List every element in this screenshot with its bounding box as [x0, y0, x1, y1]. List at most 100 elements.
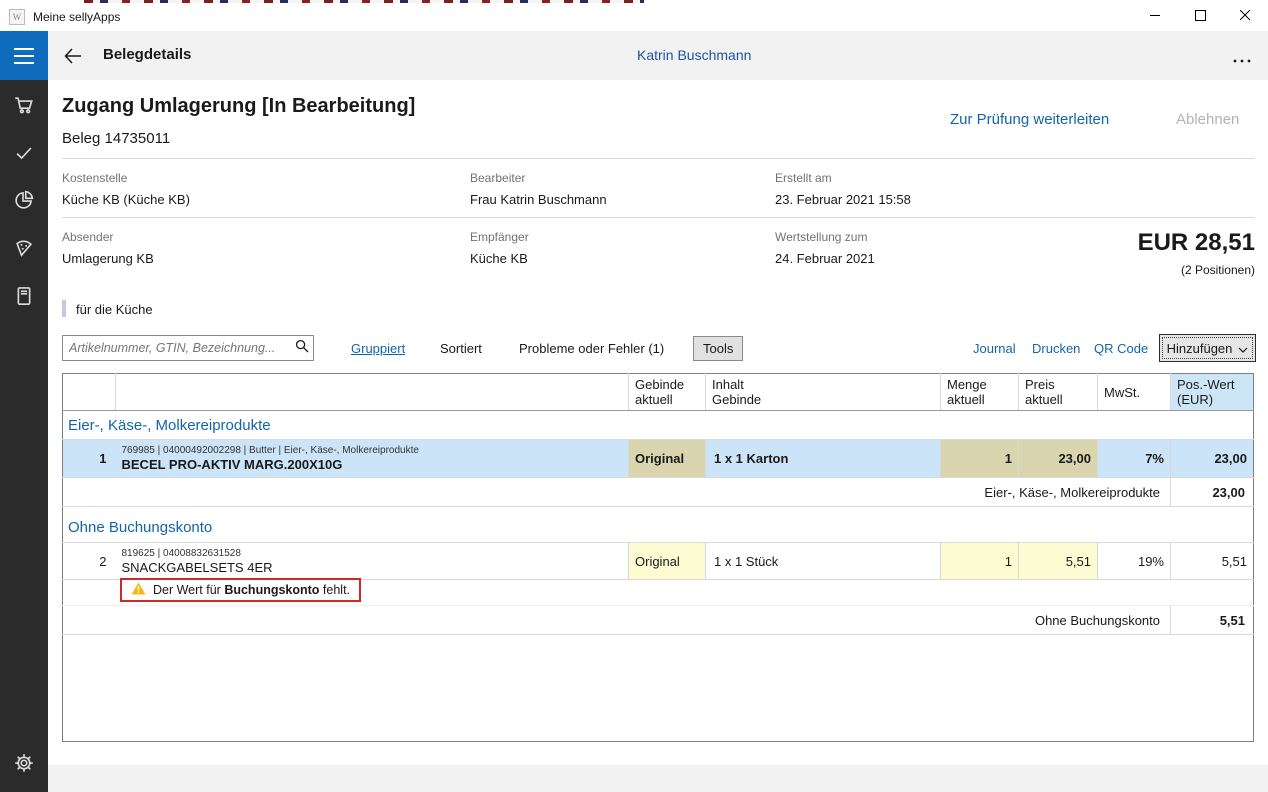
col-header-inhalt: Inhalt Gebinde — [706, 374, 941, 411]
more-ellipsis-icon — [1232, 51, 1252, 68]
poswert-cell: 23,00 — [1171, 440, 1254, 478]
article-cell: 819625 | 04008832631528 SNACKGABELSETS 4… — [116, 543, 629, 580]
group-subtotal-row: Eier-, Käse-, Molkereiprodukte 23,00 — [63, 478, 1254, 507]
field-value-empfaenger: Küche KB — [470, 251, 528, 266]
sidebar-nav — [0, 80, 48, 792]
settings-gear-icon — [14, 760, 34, 777]
article-meta: 769985 | 04000492002298 | Butter | Eier-… — [122, 445, 623, 457]
gebinde-cell[interactable]: Original — [629, 440, 706, 478]
field-value-kostenstelle: Küche KB (Küche KB) — [62, 192, 190, 207]
article-search-box — [62, 335, 314, 361]
app-title: Meine sellyApps — [33, 10, 120, 24]
group-subtotal-row: Ohne Buchungskonto 5,51 — [63, 606, 1254, 635]
table-row[interactable]: 1 769985 | 04000492002298 | Butter | Eie… — [63, 440, 1254, 478]
article-meta: 819625 | 04008832631528 — [122, 548, 623, 560]
col-header-menge: Menge aktuell — [941, 374, 1019, 411]
sidebar-item-settings[interactable] — [14, 753, 34, 773]
position-count: (2 Positionen) — [955, 263, 1255, 277]
window-caption-buttons — [1133, 3, 1268, 31]
preis-cell[interactable]: 23,00 — [1019, 440, 1098, 478]
maximize-button[interactable] — [1178, 3, 1223, 31]
col-header-preis: Preis aktuell — [1019, 374, 1098, 411]
col-header-mwst: MwSt. — [1098, 374, 1171, 411]
inhalt-cell: 1 x 1 Stück — [706, 543, 941, 580]
bottom-bar — [48, 765, 1268, 792]
search-magnifier-icon — [295, 339, 309, 358]
warning-text: Der Wert für Buchungskonto fehlt. — [153, 583, 350, 597]
search-button[interactable] — [291, 339, 313, 358]
field-label-absender: Absender — [62, 230, 113, 244]
preis-cell[interactable]: 5,51 — [1019, 543, 1098, 580]
document-note: für die Küche — [76, 302, 153, 317]
sidebar-item-catalog[interactable] — [14, 286, 34, 306]
book-icon — [14, 293, 34, 310]
more-button[interactable] — [1232, 51, 1252, 69]
page-title: Belegdetails — [103, 46, 191, 63]
document-total: EUR 28,51 — [955, 229, 1255, 257]
checkmark-icon — [14, 150, 34, 167]
positions-table: Gebinde aktuell Inhalt Gebinde Menge akt… — [62, 373, 1254, 742]
field-label-erstellt-am: Erstellt am — [775, 171, 832, 185]
row-number: 1 — [63, 440, 116, 478]
note-accent-bar — [62, 300, 66, 317]
group-name: Eier-, Käse-, Molkereiprodukte — [63, 411, 1254, 440]
close-button[interactable] — [1223, 3, 1268, 31]
qr-code-link[interactable]: QR Code — [1094, 341, 1148, 356]
sidebar-item-approvals[interactable] — [14, 143, 34, 163]
reject-link[interactable]: Ablehnen — [1176, 111, 1239, 128]
close-icon — [1240, 8, 1251, 26]
article-name: BECEL PRO-AKTIV MARG.200X10G — [122, 457, 623, 473]
back-arrow-icon — [62, 54, 84, 71]
problems-filter[interactable]: Probleme oder Fehler (1) — [519, 341, 664, 356]
forward-for-review-link[interactable]: Zur Prüfung weiterleiten — [950, 111, 1109, 128]
minimize-button[interactable] — [1133, 3, 1178, 31]
article-name: SNACKGABELSETS 4ER — [122, 560, 623, 576]
validation-warning: Der Wert für Buchungskonto fehlt. — [120, 578, 361, 602]
document-title: Zugang Umlagerung [In Bearbeitung] — [62, 95, 415, 118]
inhalt-cell: 1 x 1 Karton — [706, 440, 941, 478]
field-label-empfaenger: Empfänger — [470, 230, 529, 244]
grouped-toggle[interactable]: Gruppiert — [351, 341, 405, 356]
print-link[interactable]: Drucken — [1032, 341, 1080, 356]
sidebar-item-cart[interactable] — [14, 95, 34, 115]
back-button[interactable] — [62, 45, 84, 67]
tools-button[interactable]: Tools — [693, 336, 743, 361]
journal-link[interactable]: Journal — [973, 341, 1016, 356]
subtotal-label: Ohne Buchungskonto — [63, 606, 1171, 635]
sorted-toggle[interactable]: Sortiert — [440, 341, 482, 356]
col-header-gebinde: Gebinde aktuell — [629, 374, 706, 411]
add-button-label: Hinzufügen — [1167, 341, 1233, 356]
hamburger-menu-button[interactable] — [0, 31, 48, 80]
field-value-bearbeiter: Frau Katrin Buschmann — [470, 192, 607, 207]
col-header-poswert: Pos.-Wert (EUR) — [1171, 374, 1254, 411]
field-label-kostenstelle: Kostenstelle — [62, 171, 127, 185]
row-number: 2 — [63, 543, 116, 580]
app-logo-icon: W — [9, 9, 25, 25]
sidebar-item-reports[interactable] — [14, 190, 34, 210]
shopping-cart-icon — [14, 102, 34, 119]
menge-cell[interactable]: 1 — [941, 543, 1019, 580]
header-user-name[interactable]: Katrin Buschmann — [637, 47, 751, 63]
field-label-wertstellung: Wertstellung zum — [775, 230, 867, 244]
divider — [62, 158, 1255, 159]
maximize-icon — [1195, 8, 1206, 26]
document-number: Beleg 14735011 — [62, 130, 170, 147]
app-header-bar: Belegdetails Katrin Buschmann — [0, 31, 1268, 80]
chevron-down-icon — [1238, 341, 1248, 356]
mwst-cell: 7% — [1098, 440, 1171, 478]
divider — [62, 217, 1255, 218]
pie-chart-icon — [14, 197, 34, 214]
menge-cell[interactable]: 1 — [941, 440, 1019, 478]
search-input[interactable] — [63, 337, 291, 359]
sidebar-item-recipes[interactable] — [14, 238, 34, 258]
gebinde-cell[interactable]: Original — [629, 543, 706, 580]
mwst-cell: 19% — [1098, 543, 1171, 580]
minimize-icon — [1150, 8, 1161, 26]
app-window: W Meine sellyApps Belegdetails — [0, 0, 1268, 792]
add-button[interactable]: Hinzufügen — [1159, 334, 1256, 362]
col-header-article — [116, 374, 629, 411]
field-value-erstellt-am: 23. Februar 2021 15:58 — [775, 192, 911, 207]
table-row[interactable]: 2 819625 | 04008832631528 SNACKGABELSETS… — [63, 543, 1254, 580]
subtotal-value: 23,00 — [1171, 478, 1254, 507]
group-header-row: Eier-, Käse-, Molkereiprodukte — [63, 411, 1254, 440]
